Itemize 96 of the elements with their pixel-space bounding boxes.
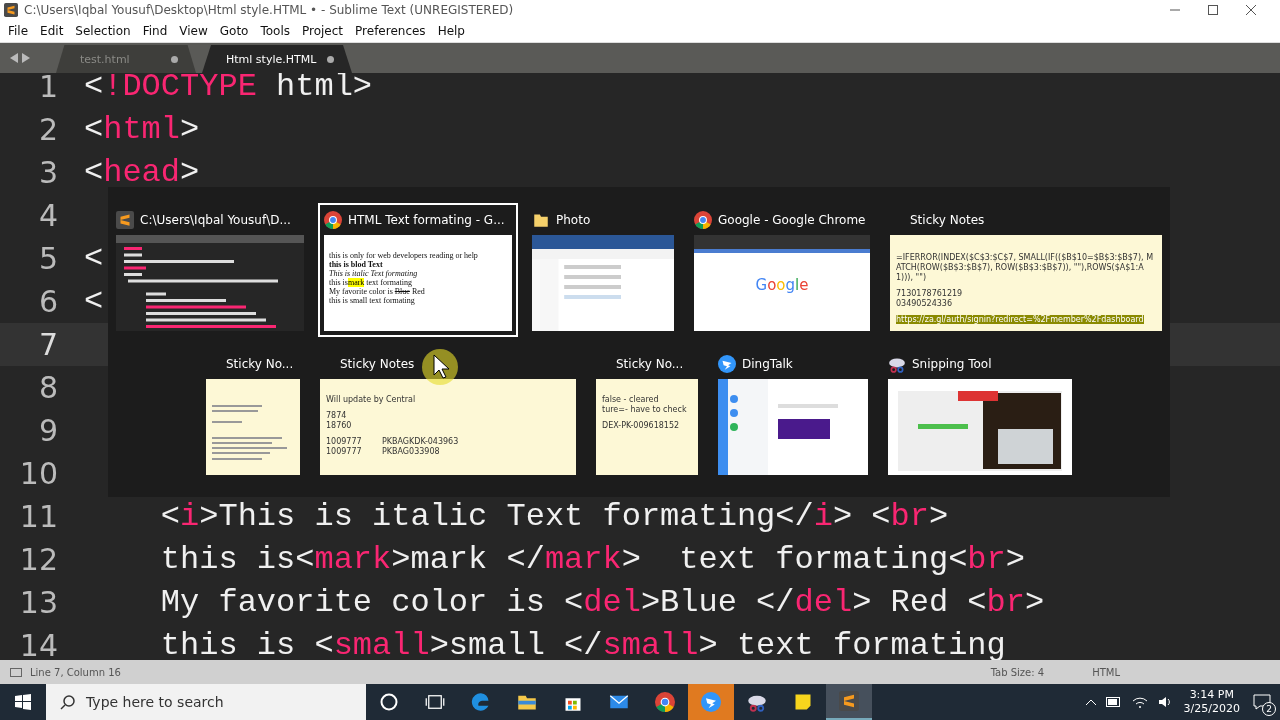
line-number: 5 [37,241,59,276]
window-title: Google - Google Chrome [718,213,866,227]
window-title: Photo [556,213,591,227]
note-text: ture=- have to check [602,405,688,415]
edge-logo-icon [471,692,491,712]
maximize-icon[interactable] [1208,5,1218,15]
note-text: Will update by Central [326,395,417,405]
line-number: 3 [37,155,59,190]
line-number: 6 [37,284,59,319]
sticky-note-icon [793,692,813,712]
wifi-icon[interactable] [1131,696,1148,708]
page-text: this is blod Text [329,260,384,269]
window-title: Sticky Notes [910,213,985,227]
folder-icon [532,211,550,229]
sublime-logo-icon [116,211,134,229]
dingtalk-logo-icon [701,692,721,712]
menu-item[interactable]: Selection [69,24,137,38]
google-logo: Google [755,276,809,294]
syntax-label[interactable]: HTML [1092,666,1120,678]
code-line: <head> [84,154,200,191]
chevron-up-icon[interactable] [1085,699,1096,705]
notification-count: 2 [1262,702,1276,716]
note-text: 1009777 PKBAGKDK-043963 [326,437,460,447]
page-text: My favorite color is Blue Red [329,287,426,296]
line-number: 1 [37,73,59,104]
menu-item[interactable]: Help [431,24,471,38]
window-title: HTML Text formating - G... [348,213,505,227]
circle-icon [379,692,399,712]
window-title: Sticky Notes [340,357,415,371]
code-line: <i>This is italic Text formating</i> <br> [159,498,949,535]
cursor-position: Line 7, Column 16 [30,666,121,678]
note-text: DEX-PK-009618152 [602,421,681,431]
window-title: Sticky No... [616,357,684,371]
clock[interactable]: 3:14 PM 3/25/2020 [1183,688,1240,716]
menu-item[interactable]: Edit [34,24,70,38]
dingtalk-logo-icon [718,355,736,373]
menu-item[interactable]: View [173,24,214,38]
window-title: C:\Users\Iqbal Yousuf\Desktop\Html style.HTML • - Sublime Text (UNREGISTERED) [24,3,515,17]
close-icon[interactable] [1246,5,1256,15]
switcher-tile[interactable] [318,203,518,337]
scissors-icon [888,355,906,373]
panel-toggle-icon[interactable] [10,667,22,677]
chrome-logo-icon [655,692,675,712]
window-title: Sticky No... [226,357,294,371]
code-line: My favorite color is <del>Blue </del> Red <br> [159,584,1045,621]
note-text: 1009777 PKBAG033908 [326,447,441,457]
task-view-icon [425,692,445,712]
note-text: 18760 [326,421,353,431]
line-number: 11 [18,499,59,534]
window-title: C:\Users\Iqbal Yousuf\D... [140,213,291,227]
notification-button[interactable]: 2 [1250,690,1274,714]
note-text: false - cleared [602,395,660,405]
mouse-pointer-icon [420,347,460,387]
line-number: 4 [37,198,59,233]
tab-forward-icon[interactable] [22,53,30,63]
page-text: this is small text formating [329,296,416,305]
window-title: DingTalk [742,357,793,371]
line-number: 2 [37,112,59,147]
line-number: 14 [18,628,59,660]
line-number: 13 [18,585,59,620]
code-line: < [84,240,104,277]
menu-item[interactable]: Preferences [349,24,432,38]
search-icon [60,694,76,710]
code-line: this is <small>small </small> text formating [159,627,1006,660]
page-text: this is only for web developers reading or help [329,251,479,260]
message-icon [1253,694,1271,710]
search-field[interactable]: Type here to search [46,684,366,720]
window-title: Snipping Tool [912,357,992,371]
note-text: 7130178761219 [896,289,964,299]
tab-back-icon[interactable] [10,53,18,63]
note-text: 7874 [326,411,348,421]
note-text: =IFERROR(INDEX($C$3:$C$7, SMALL(IF(($B$10=$B$3:$B$7), MATCH(ROW($B$3:$B$7), ROW($B$3:$B$7)), ""),ROWS($A$1:A1))), "") [896,253,1155,283]
menu-item[interactable]: Find [136,24,174,38]
tab-size[interactable]: Tab Size: 4 [990,666,1045,678]
line-number: 10 [18,456,59,491]
note-text: 03490524336 [896,299,953,309]
line-number: 12 [18,542,59,577]
menu-item[interactable]: Tools [254,24,296,38]
sublime-logo-icon [839,691,859,711]
code-line: < [84,283,104,320]
menu-item[interactable]: Project [296,24,350,38]
code-line: this is<mark>mark </mark> text formating<br> [159,541,1025,578]
menu-item[interactable]: File [2,24,35,38]
line-number: 9 [37,413,59,448]
file-tab[interactable]: Html style.HTML [202,45,352,73]
line-number: 7 [37,327,59,362]
sublime-logo-icon [4,3,18,17]
line-number: 8 [37,370,59,405]
windows-logo-icon [15,694,31,710]
page-text: This is italic Text formating [329,269,419,278]
chrome-logo-icon [694,211,712,229]
note-link[interactable]: https://za.gl/auth/signin?redirect=%2Fmember%2Fdashboard [896,315,1144,324]
chrome-logo-icon [324,211,342,229]
menu-item[interactable]: Goto [213,24,255,38]
battery-icon[interactable] [1105,697,1122,707]
code-line: <html> [84,111,200,148]
